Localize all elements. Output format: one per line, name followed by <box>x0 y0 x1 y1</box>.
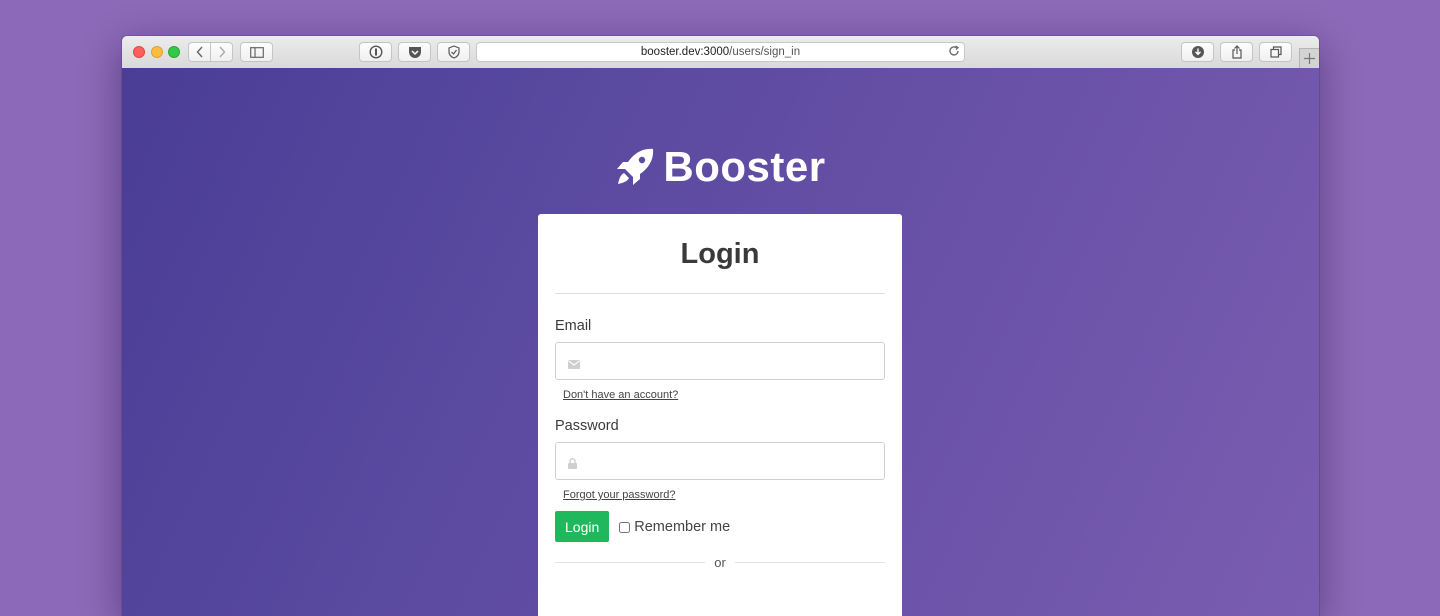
url-host: booster.dev:3000 <box>640 46 730 58</box>
password-manager-button[interactable] <box>359 42 392 62</box>
password-field[interactable] <box>556 443 884 479</box>
or-text: or <box>714 555 726 570</box>
back-button[interactable] <box>188 42 211 62</box>
new-tab-icon <box>1304 53 1315 64</box>
forgot-password-link[interactable]: Forgot your password? <box>563 489 885 502</box>
pocket-icon <box>408 46 421 58</box>
sidebar-icon <box>249 46 264 58</box>
reload-icon <box>949 45 960 56</box>
signup-link[interactable]: Don't have an account? <box>563 389 885 402</box>
login-title: Login <box>680 238 760 270</box>
separator-line-right <box>734 562 885 563</box>
downloads-button[interactable] <box>1181 42 1214 62</box>
login-actions: Login Remember me <box>555 511 885 542</box>
email-label: Email <box>555 318 592 334</box>
tabs-overview-button[interactable] <box>1259 42 1292 62</box>
rocket-icon <box>617 148 654 185</box>
sidebar-button[interactable] <box>240 42 273 62</box>
download-icon <box>1191 46 1204 58</box>
brand-name: Booster <box>663 143 826 190</box>
minimize-window-button[interactable] <box>151 46 163 58</box>
new-tab-button[interactable] <box>1299 48 1319 68</box>
tabs-icon <box>1269 46 1282 58</box>
reload-button[interactable] <box>948 45 960 63</box>
zoom-window-button[interactable] <box>168 46 180 58</box>
login-card: Login Email Don't have an account? Passw… <box>538 214 902 616</box>
brand-header: Booster <box>122 146 1319 188</box>
password-field-wrapper <box>555 442 885 480</box>
close-window-button[interactable] <box>133 46 145 58</box>
share-icon <box>1231 45 1242 59</box>
shield-button[interactable] <box>437 42 470 62</box>
shield-icon <box>447 45 460 59</box>
title-divider <box>555 293 885 294</box>
address-bar[interactable]: booster.dev:3000/users/sign_in <box>476 42 965 62</box>
remember-me-checkbox[interactable] <box>619 522 631 533</box>
login-button[interactable]: Login <box>555 511 610 542</box>
url-path: /users/sign_in <box>729 46 801 58</box>
password-label: Password <box>555 418 619 434</box>
page-content: Booster Login Email Don't have an accoun… <box>122 68 1319 616</box>
email-field-wrapper <box>555 342 885 380</box>
remember-me[interactable]: Remember me <box>619 519 730 535</box>
pocket-button[interactable] <box>398 42 431 62</box>
email-field[interactable] <box>556 343 884 379</box>
password-manager-icon <box>368 45 383 59</box>
back-icon <box>196 46 203 58</box>
browser-window: booster.dev:3000/users/sign_in Booster L… <box>122 36 1319 616</box>
browser-toolbar: booster.dev:3000/users/sign_in <box>122 36 1319 69</box>
separator-line-left <box>555 562 706 563</box>
remember-me-label: Remember me <box>634 518 731 535</box>
forward-icon <box>218 46 225 58</box>
forward-button[interactable] <box>210 42 233 62</box>
share-button[interactable] <box>1220 42 1253 62</box>
or-separator: or <box>555 555 885 570</box>
